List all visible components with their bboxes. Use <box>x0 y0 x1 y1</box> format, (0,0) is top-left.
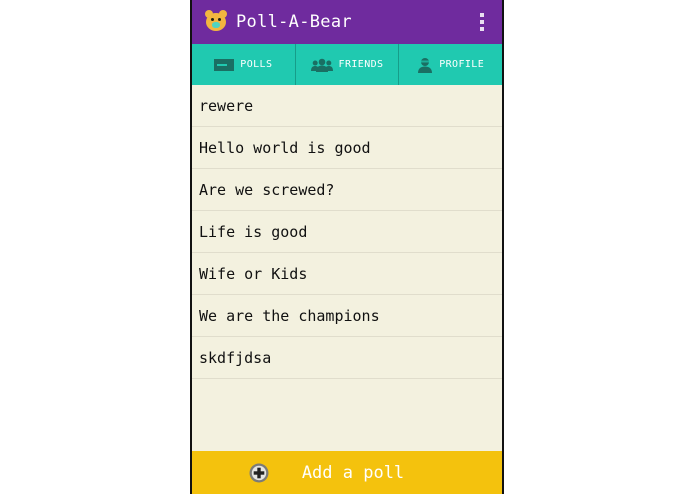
app-bar: Poll-A-Bear <box>192 0 502 44</box>
tab-polls[interactable]: POLLS <box>192 44 296 85</box>
tab-polls-label: POLLS <box>240 59 273 70</box>
overflow-menu-icon[interactable] <box>480 13 484 31</box>
poll-item[interactable]: We are the champions <box>192 295 502 337</box>
bear-logo-icon <box>204 10 228 34</box>
poll-item[interactable]: Life is good <box>192 211 502 253</box>
poll-item[interactable]: Wife or Kids <box>192 253 502 295</box>
tab-friends[interactable]: FRIENDS <box>296 44 400 85</box>
friends-icon <box>310 58 333 72</box>
profile-icon <box>418 57 433 73</box>
tab-profile[interactable]: PROFILE <box>399 44 502 85</box>
tab-friends-label: FRIENDS <box>338 59 384 70</box>
poll-item[interactable]: skdfjdsa <box>192 337 502 379</box>
plus-circle-icon <box>249 463 269 483</box>
tab-profile-label: PROFILE <box>439 59 485 70</box>
poll-item[interactable]: rewere <box>192 85 502 127</box>
polls-icon <box>214 58 235 71</box>
phone-screen: Poll-A-Bear POLLS FRIENDS PROFILE rewere… <box>190 0 504 494</box>
app-title: Poll-A-Bear <box>236 12 352 32</box>
tab-bar: POLLS FRIENDS PROFILE <box>192 44 502 85</box>
add-poll-label: Add a poll <box>301 462 405 483</box>
add-poll-button[interactable]: Add a poll <box>192 451 502 494</box>
poll-item[interactable]: Hello world is good <box>192 127 502 169</box>
poll-item[interactable]: Are we screwed? <box>192 169 502 211</box>
poll-list: rewere Hello world is good Are we screwe… <box>192 85 502 451</box>
